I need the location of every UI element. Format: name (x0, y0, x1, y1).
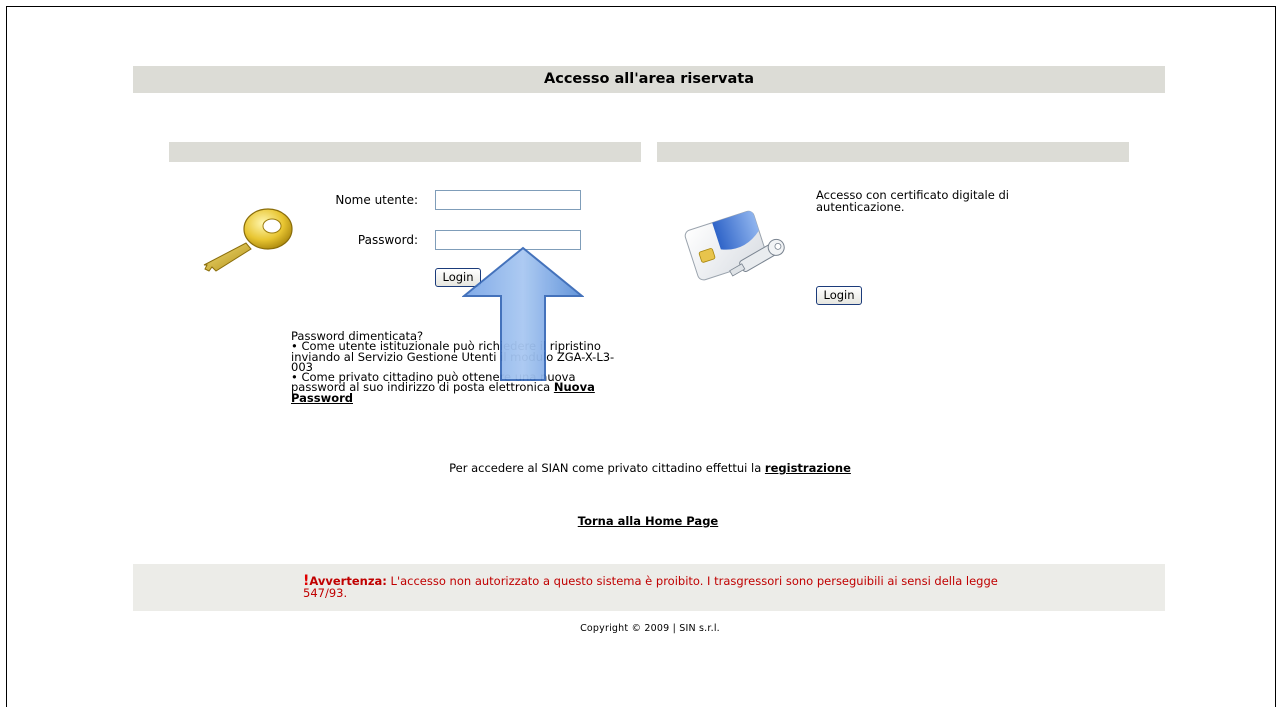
warning-message: L'accesso non autorizzato a questo siste… (303, 574, 998, 600)
warning-text-block: !Avvertenza: L'accesso non autorizzato a… (303, 574, 1003, 600)
password-help-item-institutional: • Come utente istituzionale può richiede… (291, 341, 631, 373)
certificate-panel-header (657, 142, 1129, 162)
login-panel-header (169, 142, 641, 162)
username-label: Nome utente: (335, 193, 418, 207)
warning-box: !Avvertenza: L'accesso non autorizzato a… (133, 564, 1165, 611)
home-page-link[interactable]: Torna alla Home Page (578, 514, 718, 528)
password-help: Password dimenticata? • Come utente isti… (291, 330, 631, 404)
password-help-item-citizen: • Come privato cittadino può ottenere un… (291, 371, 631, 403)
page-title: Accesso all'area riservata (133, 66, 1165, 93)
registration-line: Per accedere al SIAN come privato cittad… (0, 461, 1280, 475)
password-input[interactable] (435, 230, 581, 250)
login-button[interactable]: Login (435, 268, 481, 287)
certificate-description: Accesso con certificato digitale di aute… (816, 188, 1009, 214)
registration-link[interactable]: registrazione (765, 461, 851, 475)
smart-card-key-icon (684, 210, 785, 281)
home-link-container: Torna alla Home Page (0, 514, 1280, 528)
certificate-login-button[interactable]: Login (816, 286, 862, 305)
registration-text: Per accedere al SIAN come privato cittad… (449, 461, 762, 475)
copyright: Copyright © 2009 | SIN s.r.l. (580, 623, 720, 634)
key-icon (203, 208, 293, 272)
username-input[interactable] (435, 190, 581, 210)
password-label: Password: (357, 233, 418, 247)
